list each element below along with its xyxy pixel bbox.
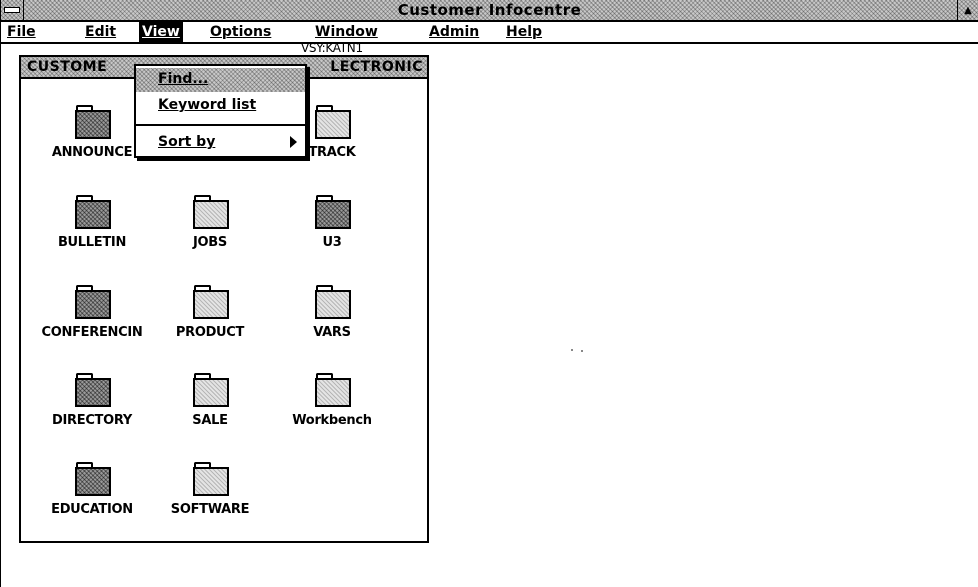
menu-separator xyxy=(136,124,305,126)
folder-label: Workbench xyxy=(292,413,372,428)
folder-icon xyxy=(75,373,111,407)
menu-view[interactable]: View xyxy=(139,22,183,42)
folder-label: SALE xyxy=(192,413,228,428)
folder-label: JOBS xyxy=(193,235,227,250)
folder-announce[interactable]: ANNOUNCE xyxy=(37,105,147,177)
folder-label: PRODUCT xyxy=(175,325,245,340)
folder-window-title-right: LECTRONIC xyxy=(330,59,423,75)
window-title: Customer Infocentre xyxy=(397,1,582,19)
folder-label: EDUCATION xyxy=(51,502,133,517)
menu-bar: File Edit View Options Window Admin Help xyxy=(1,22,978,44)
maximize-icon: ▲ xyxy=(964,4,972,16)
folder-label: BULLETIN xyxy=(57,235,127,250)
folder-jobs[interactable]: JOBS xyxy=(155,195,265,267)
menu-item-sort-by-label: Sort by xyxy=(158,134,216,150)
menu-window[interactable]: Window xyxy=(315,24,378,40)
menu-item-find[interactable]: Find... xyxy=(136,68,305,92)
menu-item-sort-by[interactable]: Sort by xyxy=(136,131,305,155)
folder-u3[interactable]: U3 xyxy=(277,195,387,267)
folder-label: VARS xyxy=(313,325,351,340)
view-menu-dropdown: Find... Keyword list Sort by xyxy=(134,64,307,158)
submenu-arrow-icon xyxy=(290,136,297,148)
menu-help[interactable]: Help xyxy=(506,24,542,40)
folder-label: U3 xyxy=(322,235,342,250)
menu-item-find-label: Find... xyxy=(158,71,209,87)
folder-label: SOFTWARE xyxy=(170,502,250,517)
folder-conferencing[interactable]: CONFERENCIN xyxy=(37,285,147,357)
folder-icon xyxy=(75,105,111,139)
folder-product[interactable]: PRODUCT xyxy=(155,285,265,357)
folder-icon xyxy=(75,195,111,229)
folder-workbench[interactable]: Workbench xyxy=(277,373,387,445)
folder-icon xyxy=(193,462,229,496)
menu-edit[interactable]: Edit xyxy=(85,24,116,40)
folder-icon xyxy=(315,195,351,229)
folder-vars[interactable]: VARS xyxy=(277,285,387,357)
folder-sale[interactable]: SALE xyxy=(155,373,265,445)
folder-icon xyxy=(315,373,351,407)
path-label: VSY:KATN1 xyxy=(301,41,363,55)
menu-item-keyword-list[interactable]: Keyword list xyxy=(136,94,305,118)
speck xyxy=(571,349,573,351)
menu-admin[interactable]: Admin xyxy=(429,24,479,40)
folder-window-title-left: CUSTOME xyxy=(27,59,108,75)
main-application-window: Customer Infocentre ▲ File Edit View Opt… xyxy=(0,0,978,587)
folder-label: ANNOUNCE xyxy=(51,145,133,160)
folder-bulletin[interactable]: BULLETIN xyxy=(37,195,147,267)
speck xyxy=(581,350,583,352)
folder-icon xyxy=(315,105,351,139)
folder-education[interactable]: EDUCATION xyxy=(37,462,147,534)
folder-directory[interactable]: DIRECTORY xyxy=(37,373,147,445)
folder-icon xyxy=(75,285,111,319)
folder-icon xyxy=(315,285,351,319)
folder-label: CONFERENCIN xyxy=(41,325,143,340)
folder-icon xyxy=(75,462,111,496)
folder-software[interactable]: SOFTWARE xyxy=(155,462,265,534)
folder-label: DIRECTORY xyxy=(52,413,132,428)
title-bar[interactable]: Customer Infocentre ▲ xyxy=(1,0,978,22)
folder-icon xyxy=(193,285,229,319)
menu-options[interactable]: Options xyxy=(210,24,271,40)
folder-icon xyxy=(193,195,229,229)
menu-file[interactable]: File xyxy=(7,24,36,40)
folder-icon xyxy=(193,373,229,407)
maximize-button[interactable]: ▲ xyxy=(957,0,978,20)
menu-item-keyword-list-label: Keyword list xyxy=(158,97,257,113)
